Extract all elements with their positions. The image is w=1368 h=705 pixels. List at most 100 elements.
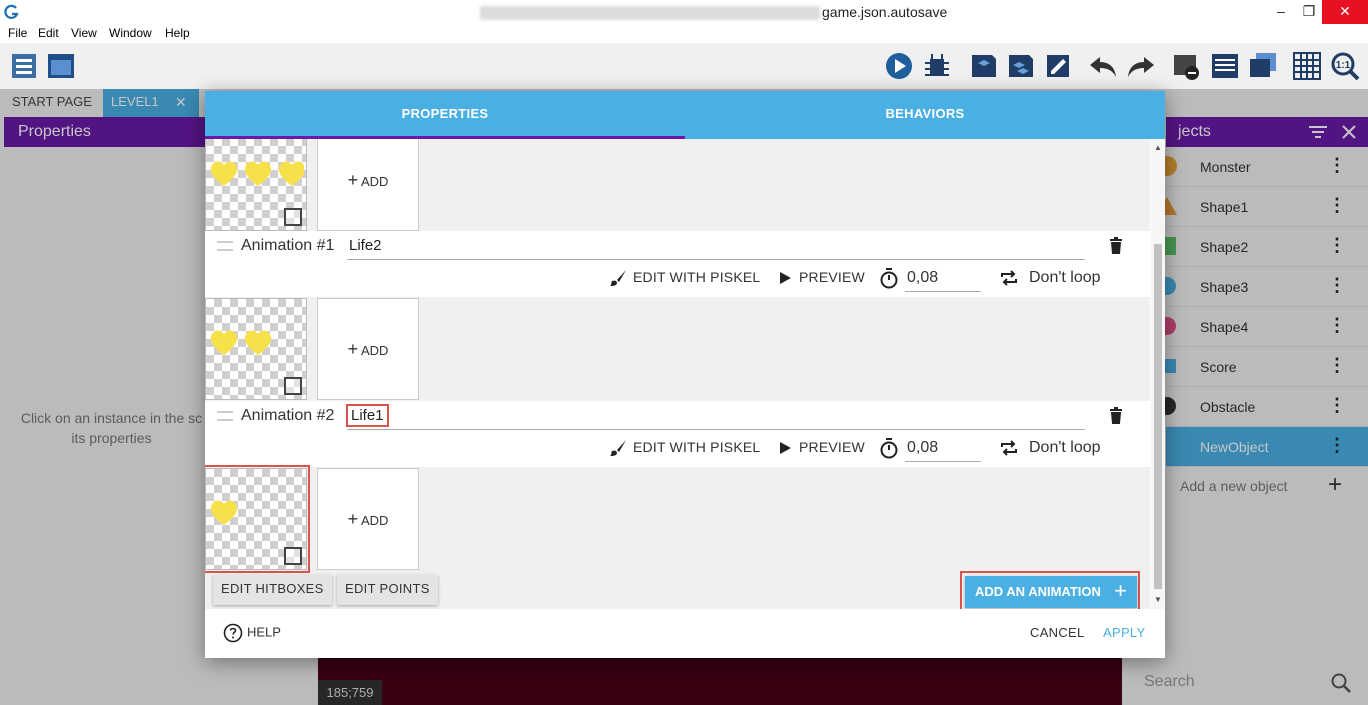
loop-label: Don't loop xyxy=(1029,439,1101,457)
dialog-footer: HELP CANCEL APPLY xyxy=(205,609,1165,658)
zoom-icon[interactable]: 1:1 xyxy=(1330,51,1360,81)
scroll-thumb[interactable] xyxy=(1154,244,1162,589)
sprite-frame[interactable] xyxy=(205,298,307,400)
drag-handle-icon[interactable] xyxy=(217,411,233,421)
title-bar: game.json.autosave – ❐ ✕ xyxy=(0,0,1368,24)
add-frame-button[interactable]: + ADD xyxy=(317,468,419,570)
edit-with-piskel-label: EDIT WITH PISKEL xyxy=(633,439,761,455)
add-animation-button[interactable]: ADD AN ANIMATION + xyxy=(965,576,1137,608)
checkbox-icon[interactable] xyxy=(284,208,302,226)
animation-name-input[interactable]: Life1 xyxy=(346,404,1085,430)
close-button[interactable]: ✕ xyxy=(1322,0,1368,24)
menu-help[interactable]: Help xyxy=(165,26,190,40)
project-manager-icon[interactable] xyxy=(10,51,40,81)
menu-window[interactable]: Window xyxy=(109,26,152,40)
preview-label: PREVIEW xyxy=(799,439,865,455)
animation-label: Animation #2 xyxy=(241,407,335,424)
menu-edit[interactable]: Edit xyxy=(38,26,59,40)
add-frame-button[interactable]: + ADD xyxy=(317,298,419,400)
animation-2-frames: + ADD xyxy=(205,465,1150,573)
help-icon xyxy=(223,623,243,643)
animation-2-bar: Animation #2 Life1 EDIT WITH PISKEL PREV… xyxy=(205,401,1150,467)
edit-with-piskel-button[interactable]: EDIT WITH PISKEL xyxy=(609,439,760,457)
layer-icon[interactable] xyxy=(968,51,998,81)
windows-icon[interactable] xyxy=(1248,51,1278,81)
help-button[interactable]: HELP xyxy=(223,623,281,643)
edit-with-piskel-label: EDIT WITH PISKEL xyxy=(633,269,761,285)
animation-label: Animation #1 xyxy=(241,237,335,254)
edit-icon[interactable] xyxy=(1043,51,1073,81)
tab-behaviors[interactable]: BEHAVIORS xyxy=(685,91,1165,139)
toolbar: 1:1 xyxy=(0,43,1368,89)
add-frame-label: ADD xyxy=(360,174,389,189)
help-label: HELP xyxy=(247,624,281,640)
play-icon xyxy=(780,272,791,285)
add-frame-label: ADD xyxy=(360,513,389,528)
cancel-button[interactable]: CANCEL xyxy=(1030,625,1085,640)
add-frame-label: ADD xyxy=(360,343,389,358)
scroll-down-icon[interactable]: ▼ xyxy=(1154,595,1162,604)
timer-icon xyxy=(880,438,898,459)
brush-icon xyxy=(610,440,626,457)
minimize-button[interactable]: – xyxy=(1266,0,1296,24)
add-icon: + xyxy=(347,339,359,359)
preview-icon[interactable] xyxy=(884,51,914,81)
blurred-path xyxy=(480,6,820,21)
loop-toggle[interactable]: Don't loop xyxy=(999,269,1101,287)
delete-icon[interactable] xyxy=(1109,237,1123,255)
dialog-scrollbar[interactable]: ▲ ▼ xyxy=(1151,139,1165,609)
window-title-text: game.json.autosave xyxy=(822,4,948,20)
add-icon: + xyxy=(347,509,359,529)
edit-hitboxes-button[interactable]: EDIT HITBOXES xyxy=(213,575,332,605)
loop-label: Don't loop xyxy=(1029,269,1101,287)
apply-button[interactable]: APPLY xyxy=(1103,625,1145,640)
drag-handle-icon[interactable] xyxy=(217,241,233,251)
tab-properties[interactable]: PROPERTIES xyxy=(205,91,685,139)
animation-name-input[interactable]: Life2 xyxy=(347,235,1085,260)
layers-list-icon[interactable] xyxy=(1210,51,1240,81)
sprite-frame[interactable] xyxy=(205,139,307,231)
animation-name-value: Life1 xyxy=(346,404,389,427)
maximize-button[interactable]: ❐ xyxy=(1294,0,1324,24)
time-between-frames-input[interactable]: 0,08 xyxy=(905,435,981,462)
object-editor-dialog: PROPERTIES BEHAVIORS + ADD Animation #1 … xyxy=(205,91,1165,658)
heart-sprite xyxy=(210,500,238,525)
repeat-icon xyxy=(1001,270,1017,286)
dialog-tabs: PROPERTIES BEHAVIORS xyxy=(205,91,1165,139)
menu-bar: File Edit View Window Help xyxy=(0,24,1368,43)
checkbox-icon[interactable] xyxy=(284,377,302,395)
animation-1-frames: + ADD xyxy=(205,298,1150,400)
add-frame-button[interactable]: + ADD xyxy=(317,139,419,231)
window-title: game.json.autosave xyxy=(480,4,948,21)
add-animation-label: ADD AN ANIMATION xyxy=(975,584,1101,599)
add-animation-highlight: ADD AN ANIMATION + xyxy=(960,571,1140,613)
preview-button[interactable]: PREVIEW xyxy=(777,269,865,286)
animation-name-value: Life2 xyxy=(349,237,382,254)
animation-0-frames: + ADD xyxy=(205,139,1150,231)
menu-file[interactable]: File xyxy=(8,26,27,40)
animations-list: + ADD Animation #1 Life2 EDIT WITH PISKE… xyxy=(205,139,1150,609)
debugger-icon[interactable] xyxy=(922,51,952,81)
menu-view[interactable]: View xyxy=(71,26,97,40)
svg-text:1:1: 1:1 xyxy=(1336,60,1351,71)
repeat-icon xyxy=(1001,440,1017,456)
grid-icon[interactable] xyxy=(1292,51,1322,81)
scene-editor-icon[interactable] xyxy=(46,51,76,81)
redo-icon[interactable] xyxy=(1126,51,1156,81)
preview-button[interactable]: PREVIEW xyxy=(777,439,865,456)
delete-icon[interactable] xyxy=(1109,407,1123,425)
sprite-frame[interactable] xyxy=(205,465,310,573)
gdevelop-logo-icon xyxy=(4,4,19,19)
scroll-up-icon[interactable]: ▲ xyxy=(1154,143,1162,152)
delete-icon[interactable] xyxy=(1172,51,1202,81)
edit-with-piskel-button[interactable]: EDIT WITH PISKEL xyxy=(609,269,760,287)
undo-icon[interactable] xyxy=(1088,51,1118,81)
time-between-frames-input[interactable]: 0,08 xyxy=(905,265,981,292)
object-group-icon[interactable] xyxy=(1005,51,1035,81)
hearts-sprite xyxy=(210,161,304,186)
loop-toggle[interactable]: Don't loop xyxy=(999,439,1101,457)
checkbox-icon[interactable] xyxy=(284,547,302,565)
edit-points-button[interactable]: EDIT POINTS xyxy=(337,575,438,605)
play-icon xyxy=(780,442,791,455)
timer-icon xyxy=(880,268,898,289)
